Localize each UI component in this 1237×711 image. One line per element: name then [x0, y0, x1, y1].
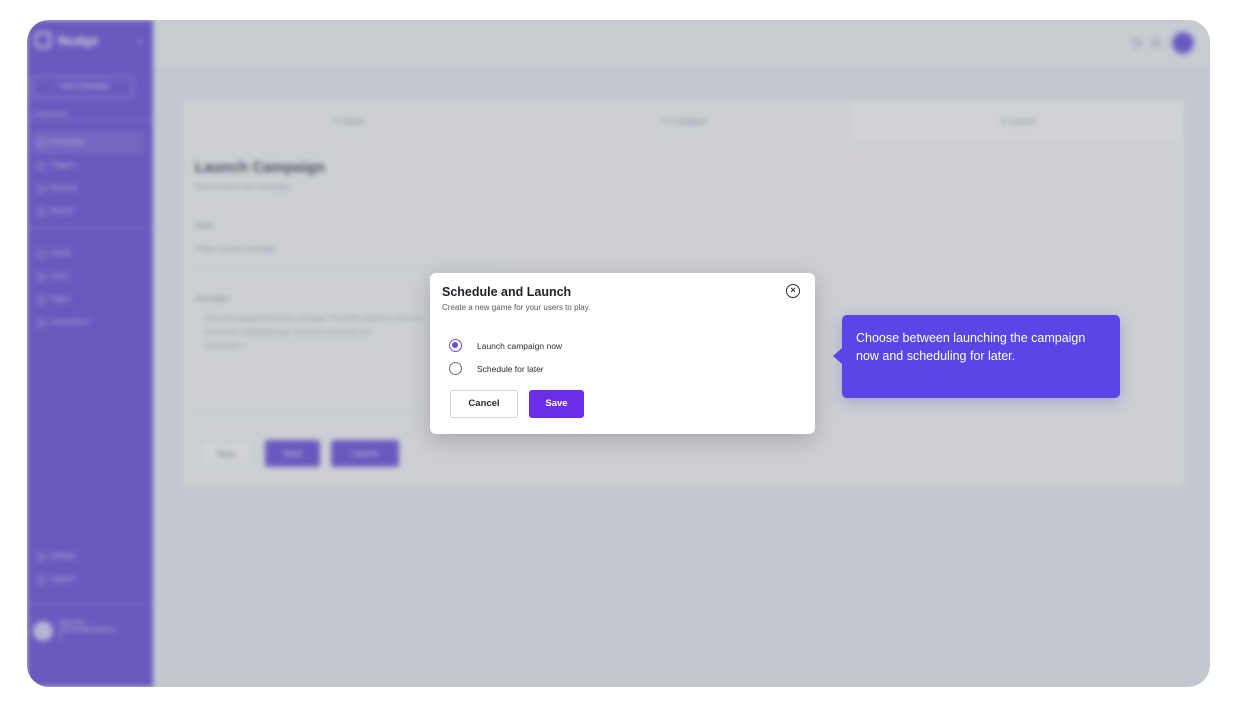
dialog-actions: Cancel Save [450, 390, 584, 418]
schedule-launch-dialog: Schedule and Launch Create a new game fo… [430, 273, 815, 434]
dialog-title: Schedule and Launch [442, 285, 572, 299]
radio-unselected-icon[interactable] [449, 362, 462, 375]
cancel-button[interactable]: Cancel [450, 390, 518, 418]
dialog-subtitle: Create a new game for your users to play… [442, 303, 591, 312]
radio-selected-icon[interactable] [449, 339, 462, 352]
onboarding-tooltip: Choose between launching the campaign no… [833, 315, 1120, 398]
option-label: Schedule for later [477, 363, 544, 374]
save-button[interactable]: Save [529, 390, 584, 418]
schedule-later-option[interactable]: Schedule for later [449, 362, 544, 375]
close-icon[interactable]: × [786, 284, 800, 298]
option-label: Launch campaign now [477, 340, 563, 351]
launch-now-option[interactable]: Launch campaign now [449, 339, 562, 352]
screen-frame: Nudge « + New Campaign CAMPAIGNS Campaig… [27, 20, 1210, 687]
